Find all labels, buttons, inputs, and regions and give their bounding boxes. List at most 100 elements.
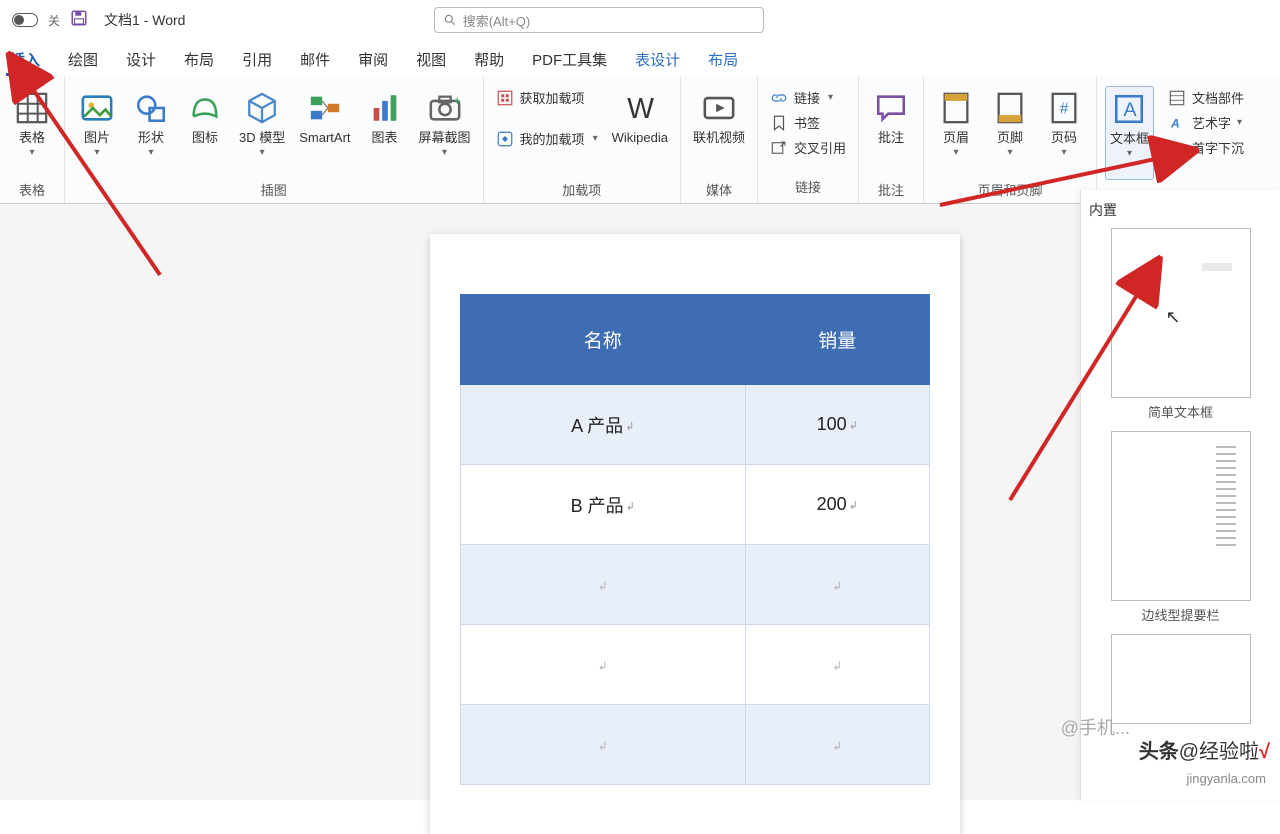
group-links: 链接: [795, 177, 821, 199]
search-placeholder: 搜索(Alt+Q): [463, 11, 531, 30]
comment-icon: [874, 88, 908, 128]
table-row: A 产品↲100↲: [461, 385, 930, 465]
cube-icon: [245, 88, 279, 128]
svg-text:A: A: [1170, 141, 1178, 155]
tab-table-design[interactable]: 表设计: [631, 43, 684, 76]
quickparts-button[interactable]: 文档部件: [1164, 86, 1248, 109]
bookmark-button[interactable]: 书签: [766, 111, 850, 134]
svg-text:+: +: [453, 93, 460, 108]
gallery-item[interactable]: [1089, 634, 1272, 724]
3d-models-button[interactable]: 3D 模型▾: [235, 86, 289, 180]
comment-button[interactable]: 批注: [867, 86, 915, 180]
footer-icon: [993, 88, 1027, 128]
panel-title: 内置: [1089, 200, 1272, 220]
table-row: ↲↲: [461, 625, 930, 705]
tab-draw[interactable]: 绘图: [64, 43, 102, 76]
autosave-toggle[interactable]: [12, 13, 38, 27]
addins-store-icon: [496, 89, 514, 107]
group-comments: 批注: [878, 180, 904, 202]
camera-icon: +: [428, 88, 462, 128]
group-addins: 加载项: [562, 180, 601, 202]
picture-button[interactable]: 图片▾: [73, 86, 121, 180]
ribbon-tabs: 插入 绘图 设计 布局 引用 邮件 审阅 视图 帮助 PDF工具集 表设计 布局: [0, 40, 1280, 76]
chart-icon: [368, 88, 402, 128]
tab-view[interactable]: 视图: [412, 43, 450, 76]
picture-icon: [80, 88, 114, 128]
table-row: ↲↲: [461, 705, 930, 785]
table-header-row: 名称 销量: [461, 295, 930, 385]
tab-table-layout[interactable]: 布局: [704, 43, 742, 76]
textbox-gallery-panel: 内置 ↖ 简单文本框 边线型提要栏: [1080, 190, 1280, 800]
crossref-icon: [770, 139, 788, 157]
table-button[interactable]: 表格 ▾: [8, 86, 56, 180]
addins-icon: [496, 130, 514, 148]
wordart-icon: A: [1168, 114, 1186, 132]
table-icon: [15, 88, 49, 128]
header-icon: [939, 88, 973, 128]
crossref-button[interactable]: 交叉引用: [766, 136, 850, 159]
tab-mailings[interactable]: 邮件: [296, 43, 334, 76]
wordart-button[interactable]: A艺术字▾: [1164, 111, 1248, 134]
textbox-icon: A: [1112, 89, 1146, 129]
tab-pdf-tools[interactable]: PDF工具集: [528, 43, 611, 76]
group-illustrations: 插图: [261, 180, 287, 202]
dropcap-button[interactable]: A首字下沉: [1164, 136, 1248, 159]
close-small-icon: 关: [48, 12, 60, 29]
svg-text:A: A: [1124, 99, 1138, 121]
shapes-icon: [134, 88, 168, 128]
svg-text:A: A: [1170, 116, 1180, 130]
tab-review[interactable]: 审阅: [354, 43, 392, 76]
gallery-item-simple-textbox[interactable]: ↖ 简单文本框: [1089, 228, 1272, 421]
link-button[interactable]: 链接▾: [766, 86, 850, 109]
link-icon: [770, 89, 788, 107]
search-input[interactable]: 搜索(Alt+Q): [434, 7, 764, 33]
save-icon[interactable]: [70, 9, 88, 32]
table-row: ↲↲: [461, 545, 930, 625]
watermark-url: jingyanla.com: [1187, 771, 1267, 786]
shapes-button[interactable]: 形状▾: [127, 86, 175, 180]
dropcap-icon: A: [1168, 139, 1186, 157]
tab-references[interactable]: 引用: [238, 43, 276, 76]
bookmark-icon: [770, 114, 788, 132]
document-table[interactable]: 名称 销量 A 产品↲100↲ B 产品↲200↲ ↲↲ ↲↲ ↲↲: [460, 294, 930, 785]
tab-layout[interactable]: 布局: [180, 43, 218, 76]
icons-button[interactable]: 图标: [181, 86, 229, 180]
gallery-item-sidebar[interactable]: 边线型提要栏: [1089, 431, 1272, 624]
group-header-footer: 页眉和页脚: [977, 180, 1042, 202]
table-header-sales[interactable]: 销量: [745, 295, 929, 385]
document-page: 名称 销量 A 产品↲100↲ B 产品↲200↲ ↲↲ ↲↲ ↲↲: [430, 234, 960, 834]
document-title: 文档1 - Word: [104, 10, 185, 30]
svg-text:#: #: [1060, 101, 1069, 118]
wikipedia-icon: W: [623, 88, 657, 128]
header-button[interactable]: 页眉▾: [932, 86, 980, 180]
chevron-down-icon: ▾: [29, 147, 34, 158]
get-addins-button[interactable]: 获取加载项: [492, 86, 602, 109]
footer-button[interactable]: 页脚▾: [986, 86, 1034, 180]
title-bar: 关 文档1 - Word 搜索(Alt+Q): [0, 0, 1280, 40]
my-addins-button[interactable]: 我的加载项▾: [492, 127, 602, 150]
smartart-button[interactable]: SmartArt: [295, 86, 354, 180]
watermark-faint: @手机...: [1061, 714, 1130, 740]
screenshot-button[interactable]: + 屏幕截图▾: [415, 86, 475, 180]
table-row: B 产品↲200↲: [461, 465, 930, 545]
tab-design[interactable]: 设计: [122, 43, 160, 76]
tab-insert[interactable]: 插入: [6, 43, 44, 76]
group-tables: 表格: [19, 180, 45, 202]
online-video-button[interactable]: 联机视频: [689, 86, 749, 180]
page-number-button[interactable]: # 页码▾: [1040, 86, 1088, 180]
textbox-button[interactable]: A 文本框▾: [1105, 86, 1154, 180]
group-media: 媒体: [706, 180, 732, 202]
tab-help[interactable]: 帮助: [470, 43, 508, 76]
table-header-name[interactable]: 名称: [461, 295, 746, 385]
icons-icon: [188, 88, 222, 128]
pagenum-icon: #: [1047, 88, 1081, 128]
video-icon: [702, 88, 736, 128]
watermark-brand: 头条@经验啦√: [1139, 735, 1270, 764]
wikipedia-button[interactable]: W Wikipedia: [608, 86, 672, 180]
search-icon: [443, 13, 457, 27]
chart-button[interactable]: 图表: [361, 86, 409, 180]
ribbon: 表格 ▾ 表格 图片▾ 形状▾ 图标 3D 模型▾: [0, 76, 1280, 204]
quickparts-icon: [1168, 89, 1186, 107]
cursor-icon: ↖: [1166, 307, 1181, 328]
svg-text:W: W: [627, 93, 654, 125]
